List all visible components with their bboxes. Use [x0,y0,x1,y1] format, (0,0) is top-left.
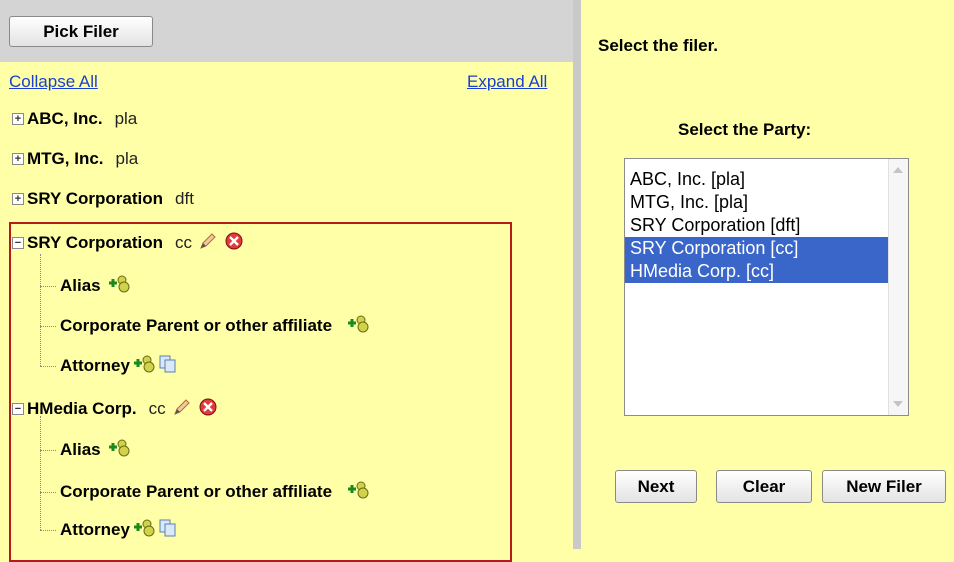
party-options: ABC, Inc. [pla] MTG, Inc. [pla] SRY Corp… [625,159,908,283]
copy-icon[interactable] [158,518,178,543]
tree-guide-line [40,450,56,451]
expand-all-link[interactable]: Expand All [467,72,547,92]
panel-divider[interactable] [573,0,581,549]
add-people-icon[interactable] [107,438,131,463]
delete-icon[interactable] [198,397,218,422]
collapse-icon[interactable]: − [12,403,24,415]
pick-filer-button[interactable]: Pick Filer [9,16,153,47]
tree-guide-line [40,416,41,530]
tree-node-hmedia-corp[interactable]: − HMedia Corp. cc [12,396,218,422]
pencil-edit-icon[interactable] [198,231,218,256]
expand-icon[interactable]: + [12,113,24,125]
copy-icon[interactable] [158,354,178,379]
party-role: pla [115,149,139,168]
child-label: Corporate Parent or other affiliate [60,482,333,501]
party-name: SRY Corporation [27,189,164,208]
party-option[interactable]: SRY Corporation [dft] [625,214,908,237]
party-name: HMedia Corp. [27,399,137,418]
pencil-edit-icon[interactable] [172,397,192,422]
tree-node-sry-corporation-dft[interactable]: + SRY Corporation dft [12,186,194,212]
listbox-scrollbar[interactable] [888,159,908,415]
tree-node-mtg-inc[interactable]: + MTG, Inc. pla [12,146,138,172]
next-button[interactable]: Next [615,470,697,503]
expand-icon[interactable]: + [12,153,24,165]
party-tree-panel: Pick Filer Collapse All Expand All + ABC… [0,0,573,562]
tree-guide-line [40,492,56,493]
child-label: Attorney [60,520,130,539]
tree-guide-line [40,254,41,366]
expand-icon[interactable]: + [12,193,24,205]
tree-child-corporate-parent[interactable]: Corporate Parent or other affiliate [60,313,370,339]
party-role: pla [114,109,138,128]
tree-node-abc-inc[interactable]: + ABC, Inc. pla [12,106,137,132]
party-name: ABC, Inc. [27,109,103,128]
tree-guide-line [40,366,56,367]
add-people-icon[interactable] [132,354,156,379]
child-label: Corporate Parent or other affiliate [60,316,333,335]
tree-child-alias[interactable]: Alias [60,273,131,299]
collapse-all-link[interactable]: Collapse All [9,72,98,92]
party-option[interactable]: MTG, Inc. [pla] [625,191,908,214]
tree-child-attorney[interactable]: Attorney [60,517,178,543]
party-role: cc [175,233,193,252]
party-name: SRY Corporation [27,233,164,252]
party-name: MTG, Inc. [27,149,104,168]
instruction-text: Select the filer. [598,36,718,55]
add-people-icon[interactable] [346,480,370,505]
party-option-selected[interactable]: SRY Corporation [cc] [625,237,908,260]
collapse-icon[interactable]: − [12,237,24,249]
tree-node-sry-corporation-cc[interactable]: − SRY Corporation cc [12,230,244,256]
delete-icon[interactable] [224,231,244,256]
child-label: Alias [60,440,101,459]
tree-child-attorney[interactable]: Attorney [60,353,178,379]
tree-guide-line [40,326,56,327]
party-role: dft [175,189,194,208]
add-people-icon[interactable] [346,314,370,339]
add-people-icon[interactable] [107,274,131,299]
new-filer-button[interactable]: New Filer [822,470,946,503]
party-option-selected[interactable]: HMedia Corp. [cc] [625,260,908,283]
party-select-list[interactable]: ABC, Inc. [pla] MTG, Inc. [pla] SRY Corp… [624,158,909,416]
party-select-label: Select the Party: [678,120,812,139]
party-role: cc [148,399,166,418]
scroll-down-arrow-icon[interactable] [893,401,903,407]
scroll-up-arrow-icon[interactable] [893,167,903,173]
tree-child-corporate-parent[interactable]: Corporate Parent or other affiliate [60,479,370,505]
party-option[interactable]: ABC, Inc. [pla] [625,168,908,191]
add-people-icon[interactable] [132,518,156,543]
tree-child-alias[interactable]: Alias [60,437,131,463]
child-label: Alias [60,276,101,295]
tree-guide-line [40,286,56,287]
child-label: Attorney [60,356,130,375]
tree-guide-line [40,530,56,531]
clear-button[interactable]: Clear [716,470,812,503]
